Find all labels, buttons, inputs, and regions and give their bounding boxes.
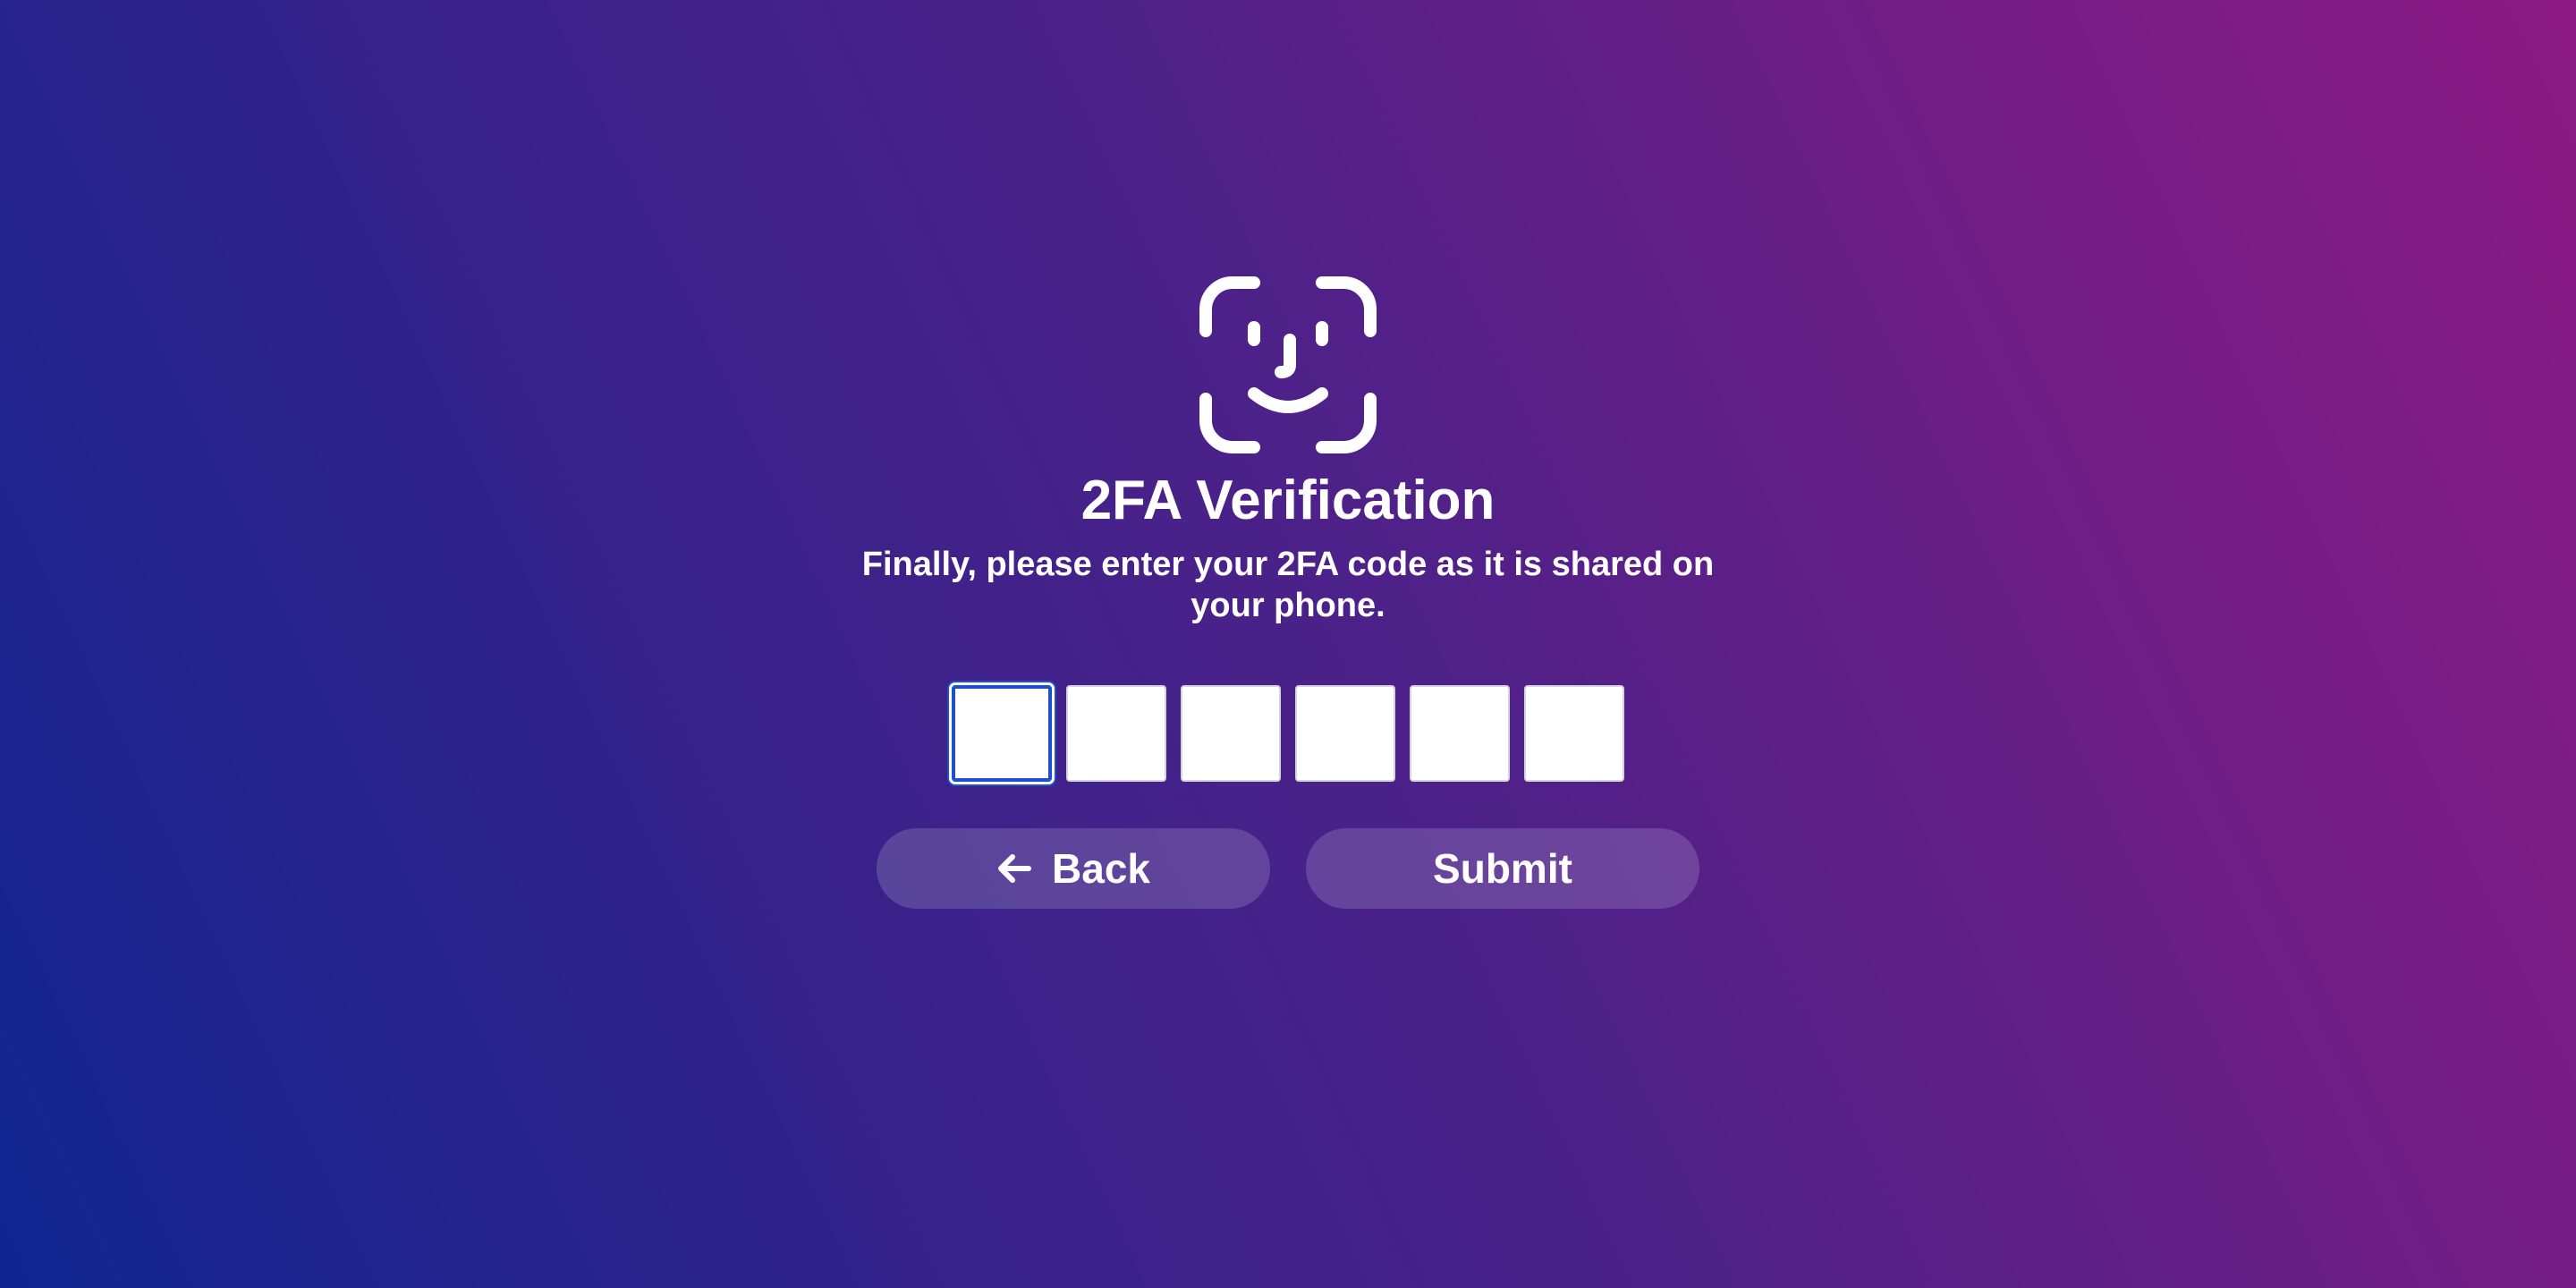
code-digit-3[interactable] xyxy=(1181,685,1281,782)
code-digit-4[interactable] xyxy=(1295,685,1395,782)
code-digit-1[interactable] xyxy=(952,685,1052,782)
code-digit-5[interactable] xyxy=(1410,685,1510,782)
back-button[interactable]: Back xyxy=(877,828,1270,909)
code-digit-6[interactable] xyxy=(1524,685,1624,782)
page-subtitle: Finally, please enter your 2FA code as i… xyxy=(861,546,1715,624)
code-digit-2[interactable] xyxy=(1066,685,1166,782)
submit-button-label: Submit xyxy=(1433,845,1572,892)
face-id-icon xyxy=(1199,276,1377,453)
page-title: 2FA Verification xyxy=(1080,470,1496,531)
arrow-left-icon xyxy=(998,854,1032,883)
submit-button[interactable]: Submit xyxy=(1306,828,1699,909)
code-input-group xyxy=(0,685,2576,782)
back-button-label: Back xyxy=(1052,845,1150,892)
verification-card: 2FA Verification Finally, please enter y… xyxy=(0,0,2576,1288)
